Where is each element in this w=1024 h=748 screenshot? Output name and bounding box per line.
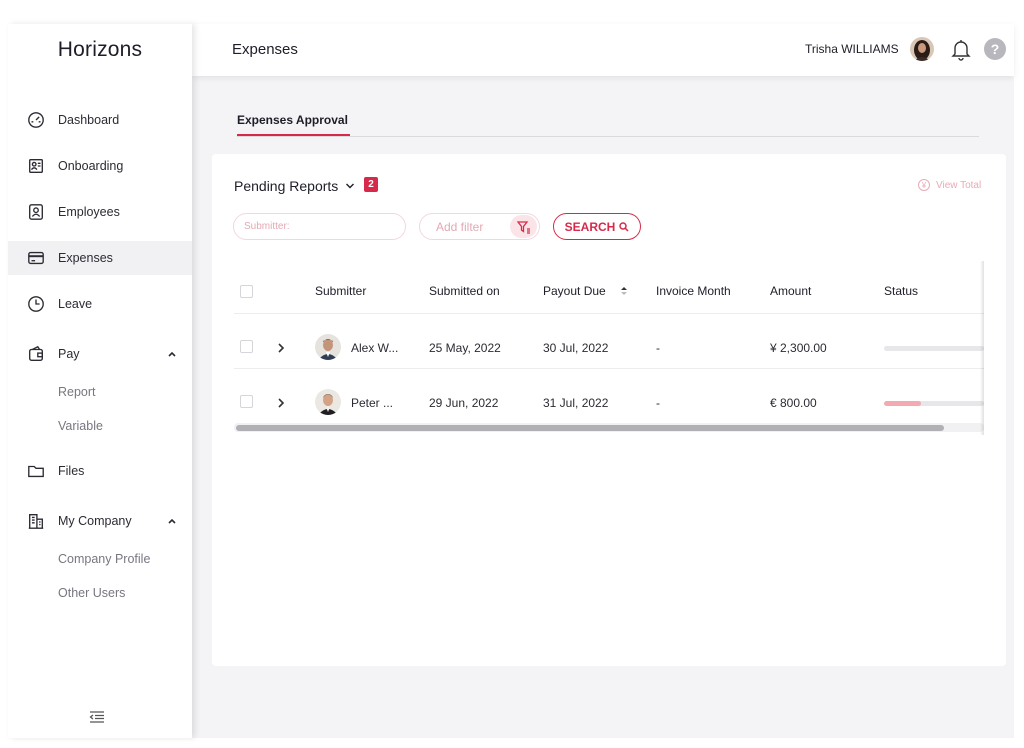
help-icon[interactable]: ? (984, 38, 1006, 60)
sidebar-subitem-variable[interactable]: Variable (58, 419, 103, 433)
amount-cell: ¥ 2,300.00 (770, 341, 827, 355)
invoice-month-cell: - (656, 396, 660, 410)
sidebar-item-files[interactable]: Files (8, 454, 192, 488)
horizontal-scrollbar-thumb[interactable] (236, 425, 944, 431)
table-overflow-shadow (980, 261, 984, 435)
sidebar-item-label: Leave (58, 297, 93, 311)
avatar[interactable] (910, 37, 934, 61)
sidebar-item-dashboard[interactable]: Dashboard (8, 103, 192, 137)
sidebar-item-expenses[interactable]: Expenses (8, 241, 192, 275)
view-total-link[interactable]: ¥ View Total (918, 179, 981, 191)
onboarding-icon (26, 156, 46, 176)
view-total-label: View Total (936, 179, 982, 191)
sort-icon[interactable] (620, 285, 628, 297)
pending-reports-label: Pending Reports (234, 178, 339, 194)
app-frame: Horizons Dashboard Onboarding Employees … (8, 24, 1014, 738)
bell-icon[interactable] (950, 37, 972, 61)
add-filter-label: Add filter (436, 219, 484, 234)
folder-icon (26, 461, 46, 481)
page-title: Expenses (232, 41, 298, 58)
submitted-on-cell: 29 Jun, 2022 (429, 396, 499, 410)
submitter-name[interactable]: Alex W... (351, 341, 398, 355)
payout-due-cell: 30 Jul, 2022 (543, 341, 609, 355)
column-header-submitted-on[interactable]: Submitted on (429, 284, 500, 298)
sidebar-item-label: Dashboard (58, 113, 120, 127)
employee-badge-icon (26, 202, 46, 222)
avatar (315, 334, 341, 360)
status-progress-fill (884, 401, 921, 406)
sidebar-subitem-other-users[interactable]: Other Users (58, 586, 125, 600)
wallet-icon (26, 344, 46, 364)
search-icon (619, 221, 629, 232)
sidebar-item-onboarding[interactable]: Onboarding (8, 149, 192, 183)
user-name[interactable]: Trisha WILLIAMS (805, 42, 899, 56)
chevron-up-icon[interactable] (166, 514, 178, 526)
gauge-icon (26, 110, 46, 130)
column-header-amount[interactable]: Amount (770, 284, 811, 298)
expand-row-chevron-icon[interactable] (275, 396, 287, 408)
chevron-down-icon (346, 183, 355, 189)
sidebar-item-my-company[interactable]: My Company (8, 504, 192, 538)
sidebar-item-label: Onboarding (58, 159, 124, 173)
sidebar-item-employees[interactable]: Employees (8, 195, 192, 229)
submitter-name[interactable]: Peter ... (351, 396, 393, 410)
header-divider (234, 313, 984, 314)
row-checkbox[interactable] (240, 395, 253, 408)
clock-icon (26, 294, 46, 314)
sidebar-item-pay[interactable]: Pay (8, 337, 192, 371)
filter-icon (510, 215, 537, 238)
chevron-up-icon[interactable] (166, 347, 178, 359)
add-filter-button[interactable]: Add filter (419, 213, 540, 240)
column-header-submitter[interactable]: Submitter (315, 284, 366, 298)
collapse-sidebar-icon[interactable] (88, 710, 106, 724)
payout-due-cell: 31 Jul, 2022 (543, 396, 609, 410)
sidebar-item-label: Pay (58, 347, 80, 361)
logo: Horizons (57, 38, 143, 61)
column-header-invoice-month[interactable]: Invoice Month (656, 284, 731, 298)
sidebar: Horizons Dashboard Onboarding Employees … (8, 24, 192, 738)
sidebar-subitem-company-profile[interactable]: Company Profile (58, 552, 150, 566)
expand-row-chevron-icon[interactable] (275, 341, 287, 353)
reports-card: Pending Reports 2 ¥ View Total Add filte… (212, 154, 1006, 666)
select-all-checkbox[interactable] (240, 285, 253, 298)
card-icon (26, 248, 46, 268)
amount-cell: € 800.00 (770, 396, 817, 410)
pending-count-badge: 2 (364, 177, 378, 192)
search-button[interactable]: SEARCH (553, 213, 641, 240)
row-checkbox[interactable] (240, 340, 253, 353)
building-icon (26, 511, 46, 531)
search-button-label: SEARCH (564, 219, 616, 234)
sidebar-item-label: Expenses (58, 251, 113, 265)
pending-reports-dropdown[interactable]: Pending Reports (234, 178, 356, 194)
status-progress-bar (884, 346, 984, 351)
tab-expenses-approval[interactable]: Expenses Approval (237, 113, 348, 127)
submitted-on-cell: 25 May, 2022 (429, 341, 501, 355)
yen-icon: ¥ (918, 179, 930, 191)
sidebar-item-label: My Company (58, 514, 132, 528)
row-divider (234, 368, 984, 369)
sidebar-item-label: Files (58, 464, 85, 478)
reports-table: Submitter Submitted on Payout Due Invoic… (234, 261, 984, 435)
invoice-month-cell: - (656, 341, 660, 355)
sidebar-subitem-report[interactable]: Report (58, 385, 96, 399)
status-progress-bar (884, 401, 984, 406)
sidebar-item-leave[interactable]: Leave (8, 287, 192, 321)
column-header-payout-due[interactable]: Payout Due (543, 284, 606, 298)
top-bar: Expenses Trisha WILLIAMS ? (192, 24, 1014, 76)
column-header-status[interactable]: Status (884, 284, 918, 298)
submitter-search-input[interactable] (233, 213, 406, 240)
avatar (315, 389, 341, 415)
tab-divider (237, 136, 979, 137)
sidebar-item-label: Employees (58, 205, 120, 219)
